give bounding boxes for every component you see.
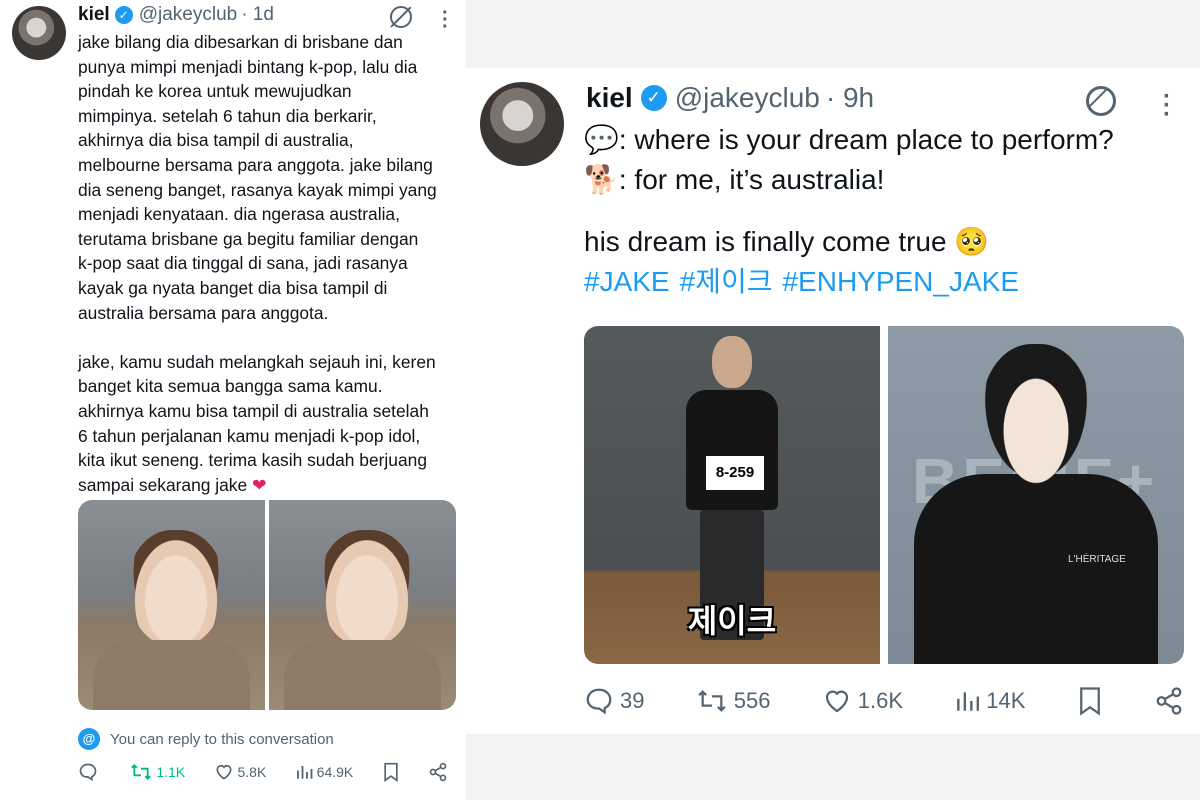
person-jacket bbox=[283, 640, 442, 710]
share-icon bbox=[429, 762, 447, 782]
tweet-actions: 39 556 1.6K 14K bbox=[584, 686, 1184, 716]
avatar[interactable] bbox=[480, 82, 564, 166]
tweet-line: his dream is finally come true 🥺 bbox=[584, 226, 990, 257]
tweet-time[interactable]: · 1d bbox=[241, 4, 274, 26]
tweet-paragraph-text: jake, kamu sudah melangkah sejauh ini, k… bbox=[78, 351, 436, 495]
person-jacket bbox=[92, 640, 251, 710]
heart-icon bbox=[825, 690, 848, 713]
bookmark-button[interactable] bbox=[1077, 686, 1103, 716]
tweet-time[interactable]: · 9h bbox=[826, 82, 874, 114]
like-count: 5.8K bbox=[237, 764, 267, 780]
bookmark-icon bbox=[383, 762, 398, 782]
repost-icon bbox=[131, 764, 152, 780]
at-sign-icon: @ bbox=[78, 728, 100, 750]
right-tweet: kiel ✓ @jakeyclub · 9h · · · 💬: where is y… bbox=[466, 68, 1200, 734]
tweet-header: kiel ✓ @jakeyclub · 9h bbox=[586, 82, 874, 114]
tweet-text: 💬: where is your dream place to perform?… bbox=[584, 120, 1114, 302]
audition-number-tag: 8-259 bbox=[706, 456, 764, 490]
view-count: 14K bbox=[986, 688, 1026, 713]
hashtag-list: #JAKE #제이크 #ENHYPEN_JAKE bbox=[584, 262, 1114, 302]
person-shirt bbox=[914, 474, 1158, 664]
reply-permission-note: @ You can reply to this conversation bbox=[78, 728, 334, 750]
like-count: 1.6K bbox=[857, 688, 903, 713]
bookmark-button[interactable] bbox=[382, 762, 400, 782]
person-face bbox=[127, 530, 224, 648]
views-button[interactable]: 14K bbox=[954, 688, 1025, 714]
media-photo[interactable]: 8-259 제이크 bbox=[584, 326, 880, 664]
repost-button[interactable]: 556 bbox=[696, 687, 771, 715]
more-options-icon[interactable]: · · · bbox=[442, 3, 449, 37]
hashtag-link[interactable]: #JAKE bbox=[584, 266, 670, 297]
reply-button[interactable]: 39 bbox=[584, 686, 644, 716]
repost-icon bbox=[698, 690, 726, 712]
verified-badge-icon: ✓ bbox=[114, 6, 133, 24]
like-button[interactable]: 1.6K bbox=[822, 686, 903, 716]
person-head bbox=[982, 344, 1090, 484]
tweet-media[interactable]: 8-259 제이크 BELIF+ L'HÉRITAGE bbox=[584, 326, 1184, 664]
reply-count: 39 bbox=[620, 688, 645, 713]
views-icon bbox=[957, 692, 980, 711]
reply-icon bbox=[586, 688, 612, 715]
hashtag-link[interactable]: #ENHYPEN_JAKE bbox=[782, 266, 1019, 297]
tweet-line: 💬: where is your dream place to perform? bbox=[584, 120, 1114, 160]
photo-caption: 제이크 bbox=[687, 603, 777, 639]
shirt-logo: L'HÉRITAGE bbox=[1068, 554, 1126, 565]
author-name[interactable]: kiel bbox=[78, 4, 110, 26]
more-options-icon[interactable]: · · · bbox=[1163, 85, 1171, 127]
share-button[interactable] bbox=[428, 762, 448, 782]
person-shirt bbox=[686, 390, 778, 510]
tweet-actions: 1.1K 5.8K 64.9K bbox=[78, 762, 448, 782]
reply-button[interactable] bbox=[78, 762, 102, 782]
tweet-paragraph: jake, kamu sudah melangkah sejauh ini, k… bbox=[78, 350, 463, 498]
share-button[interactable] bbox=[1154, 686, 1184, 716]
repost-count: 1.1K bbox=[156, 764, 186, 780]
left-tweet: kiel ✓ @jakeyclub · 1d · · · jake bilang d… bbox=[0, 0, 466, 800]
person-face bbox=[318, 530, 415, 648]
avatar[interactable] bbox=[12, 6, 66, 60]
view-count: 64.9K bbox=[316, 764, 354, 780]
verified-badge-icon: ✓ bbox=[640, 85, 667, 111]
tweet-paragraph: jake bilang dia dibesarkan di brisbane d… bbox=[78, 32, 437, 323]
person-head bbox=[712, 336, 752, 388]
heart-icon bbox=[215, 764, 232, 780]
grok-icon[interactable] bbox=[390, 6, 412, 28]
repost-count: 556 bbox=[733, 688, 771, 713]
grok-icon[interactable] bbox=[1086, 86, 1116, 116]
tweet-line-text: : for me, it’s australia! bbox=[618, 164, 885, 195]
repost-button[interactable]: 1.1K bbox=[130, 762, 185, 782]
like-button[interactable]: 5.8K bbox=[214, 762, 267, 782]
hashtag-link[interactable]: #제이크 bbox=[680, 266, 773, 297]
tweet-media[interactable] bbox=[78, 500, 456, 710]
bookmark-icon bbox=[1079, 687, 1100, 716]
dog-emoji: 🐕 bbox=[584, 164, 619, 195]
tweet-header: kiel ✓ @jakeyclub · 1d bbox=[78, 4, 274, 26]
reply-note-text: You can reply to this conversation bbox=[110, 730, 334, 748]
speech-bubble-emoji: 💬 bbox=[584, 124, 619, 155]
tweet-line-text: : where is your dream place to perform? bbox=[618, 124, 1114, 155]
heart-emoji: ❤ bbox=[252, 474, 267, 495]
media-photo[interactable] bbox=[78, 500, 265, 710]
author-handle[interactable]: @jakeyclub bbox=[139, 4, 238, 26]
views-button[interactable]: 64.9K bbox=[295, 763, 354, 781]
tweet-line: 🐕: for me, it’s australia! bbox=[584, 160, 1114, 200]
author-name[interactable]: kiel bbox=[586, 82, 633, 114]
share-icon bbox=[1156, 687, 1182, 715]
author-handle[interactable]: @jakeyclub bbox=[675, 82, 820, 114]
reply-icon bbox=[79, 763, 97, 782]
tweet-text: jake bilang dia dibesarkan di brisbane d… bbox=[78, 30, 463, 522]
media-photo[interactable]: BELIF+ L'HÉRITAGE bbox=[888, 326, 1184, 664]
views-icon bbox=[296, 766, 313, 779]
media-photo[interactable] bbox=[269, 500, 456, 710]
